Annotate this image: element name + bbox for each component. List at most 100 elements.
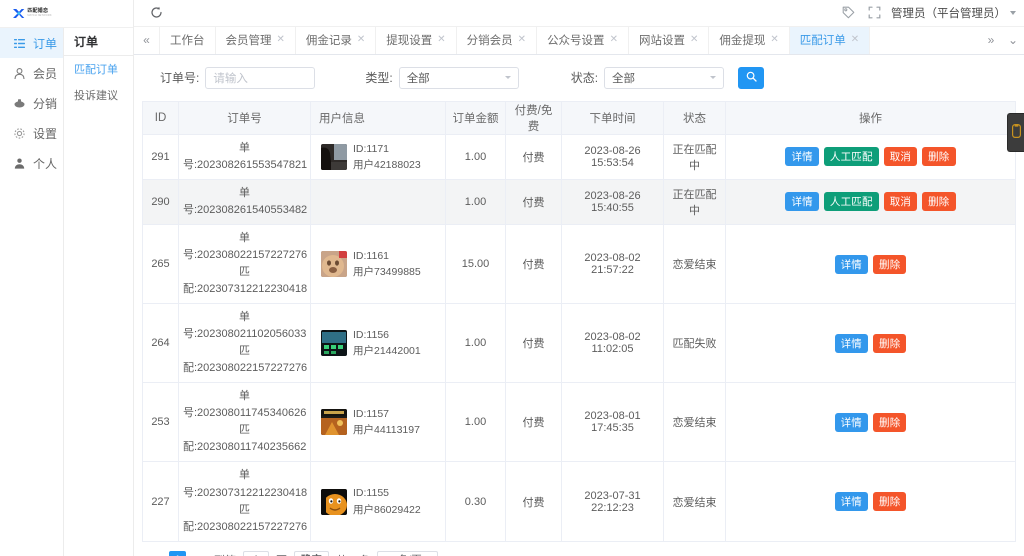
chevron-left-double-icon[interactable]: « bbox=[134, 26, 160, 54]
delete-button[interactable]: 删除 bbox=[922, 192, 956, 212]
logo-x-icon bbox=[12, 8, 25, 19]
tab-label: 佣金提现 bbox=[719, 35, 766, 48]
col-amount: 订单金额 bbox=[445, 100, 506, 135]
close-icon[interactable]: ✕ bbox=[690, 35, 698, 45]
sidebar-item-orders[interactable]: 订单 bbox=[0, 28, 63, 58]
submenu-item-match-orders[interactable]: 匹配订单 bbox=[64, 56, 133, 82]
order-no-label: 订单号: bbox=[160, 71, 200, 86]
close-icon[interactable]: ✕ bbox=[770, 35, 778, 45]
table-row[interactable]: 290 单号:202308261540553482 1.00 付费 2023-0… bbox=[142, 179, 1016, 225]
status-select-value: 全部 bbox=[612, 72, 636, 85]
cell-time: 2023-08-26 15:40:55 bbox=[561, 179, 664, 225]
tab-commission-records[interactable]: 佣金记录 ✕ bbox=[295, 26, 377, 54]
cell-time: 2023-08-02 21:57:22 bbox=[561, 224, 664, 305]
chevron-down-icon bbox=[1010, 10, 1016, 15]
cancel-button[interactable]: 取消 bbox=[883, 192, 918, 212]
brand-logo[interactable]: 匹配婚恋 MATCH NETWORK bbox=[0, 0, 64, 28]
tab-withdraw-settings[interactable]: 提现设置 ✕ bbox=[376, 26, 457, 54]
chevron-down-icon[interactable]: ⌄ bbox=[1002, 27, 1024, 54]
tab-distribution-members[interactable]: 分销会员 ✕ bbox=[456, 26, 538, 54]
manual-match-button[interactable]: 人工匹配 bbox=[823, 192, 879, 212]
person-icon bbox=[13, 157, 26, 170]
floating-device-widget[interactable] bbox=[1007, 113, 1024, 152]
col-order-no: 订单号 bbox=[178, 100, 311, 135]
chevron-right-double-icon[interactable]: » bbox=[980, 27, 1002, 54]
sidebar-item-personal[interactable]: 个人 bbox=[0, 148, 63, 178]
close-icon[interactable]: ✕ bbox=[610, 35, 618, 45]
cell-amount: 15.00 bbox=[445, 224, 506, 305]
tag-icon[interactable] bbox=[839, 4, 857, 22]
sidebar-item-label: 个人 bbox=[33, 156, 58, 171]
table-row[interactable]: 227 单号:202307312212230418 匹配:20230802215… bbox=[142, 461, 1016, 542]
cell-user-info bbox=[310, 179, 446, 225]
close-icon[interactable]: ✕ bbox=[277, 35, 285, 45]
jump-suffix-label: 页 bbox=[276, 552, 287, 556]
cell-id: 265 bbox=[142, 224, 179, 305]
close-icon[interactable]: ✕ bbox=[518, 35, 526, 45]
cell-user-info: ID:1161 用户73499885 bbox=[310, 224, 446, 305]
search-button[interactable] bbox=[738, 66, 765, 89]
close-icon[interactable]: ✕ bbox=[357, 35, 365, 45]
status-select[interactable]: 全部 bbox=[604, 66, 725, 89]
delete-button[interactable]: 删除 bbox=[873, 333, 907, 353]
table-row[interactable]: 253 单号:202308011745340626 匹配:20230801174… bbox=[142, 382, 1016, 463]
cell-user-info: ID:1155 用户86029422 bbox=[310, 461, 446, 542]
status-badge: 匹配失败 bbox=[663, 303, 726, 384]
submenu-title: 订单 bbox=[64, 28, 133, 56]
sidebar-item-members[interactable]: 会员 bbox=[0, 58, 63, 88]
table-row[interactable]: 264 单号:202308021102056033 匹配:20230802215… bbox=[142, 303, 1016, 384]
detail-button[interactable]: 详情 bbox=[834, 492, 868, 512]
tab-label: 分销会员 bbox=[466, 35, 513, 48]
total-count-label: 共 6 条 bbox=[336, 552, 370, 556]
cell-id: 291 bbox=[142, 134, 179, 180]
table-row[interactable]: 291 单号:202308261553547821 ID:1171 用户4218… bbox=[142, 134, 1016, 180]
delete-button[interactable]: 删除 bbox=[922, 147, 956, 167]
cell-order-no: 单号:202307312212230418 匹配:202308022157227… bbox=[178, 461, 311, 542]
order-no-input[interactable]: 请输入 bbox=[205, 66, 316, 89]
sidebar-item-settings[interactable]: 设置 bbox=[0, 118, 63, 148]
detail-button[interactable]: 详情 bbox=[834, 412, 868, 432]
page-size-select[interactable]: 10 条/页 bbox=[377, 550, 438, 556]
user-icon bbox=[13, 67, 26, 80]
type-select[interactable]: 全部 bbox=[398, 66, 519, 89]
cancel-button[interactable]: 取消 bbox=[883, 147, 918, 167]
detail-button[interactable]: 详情 bbox=[785, 192, 819, 212]
col-fee: 付费/免费 bbox=[505, 100, 562, 135]
tab-commission-withdraw[interactable]: 佣金提现 ✕ bbox=[709, 26, 790, 54]
submenu-item-complaints[interactable]: 投诉建议 bbox=[64, 82, 133, 108]
detail-button[interactable]: 详情 bbox=[834, 254, 868, 274]
tab-official-account-settings[interactable]: 公众号设置 ✕ bbox=[537, 26, 629, 54]
jump-page-input[interactable]: 1 bbox=[243, 550, 269, 556]
confirm-button[interactable]: 确定 bbox=[294, 550, 329, 556]
status-badge: 恋爱结束 bbox=[663, 224, 726, 305]
manual-match-button[interactable]: 人工匹配 bbox=[823, 147, 879, 167]
tab-workbench[interactable]: 工作台 bbox=[160, 26, 216, 54]
delete-button[interactable]: 删除 bbox=[873, 492, 907, 512]
cell-fee: 付费 bbox=[505, 382, 562, 463]
user-menu[interactable]: 管理员（平台管理员） bbox=[891, 5, 1016, 21]
close-icon[interactable]: ✕ bbox=[437, 35, 445, 45]
tab-member-management[interactable]: 会员管理 ✕ bbox=[215, 26, 296, 54]
avatar bbox=[321, 488, 347, 515]
detail-button[interactable]: 详情 bbox=[785, 147, 819, 167]
refresh-icon[interactable] bbox=[148, 5, 164, 21]
usb-device-icon bbox=[1011, 124, 1021, 141]
brand-subtitle: MATCH NETWORK bbox=[27, 14, 52, 18]
delete-button[interactable]: 删除 bbox=[873, 254, 907, 274]
sidebar-item-distribution[interactable]: 分销 bbox=[0, 88, 63, 118]
content-area: 订单号: 请输入 类型: 全部 状态: 全部 ID 订单号 用户信息 订单金额 … bbox=[134, 54, 1024, 556]
table-row[interactable]: 265 单号:202308022157227276 匹配:20230731221… bbox=[142, 224, 1016, 305]
detail-button[interactable]: 详情 bbox=[834, 333, 868, 353]
secondary-sidebar: 订单 匹配订单 投诉建议 bbox=[64, 0, 134, 556]
close-icon[interactable]: ✕ bbox=[851, 35, 859, 45]
sidebar-item-label: 设置 bbox=[33, 126, 58, 141]
status-badge: 正在匹配中 bbox=[663, 134, 726, 180]
delete-button[interactable]: 删除 bbox=[873, 412, 907, 432]
share-icon bbox=[13, 97, 26, 110]
tab-website-settings[interactable]: 网站设置 ✕ bbox=[628, 26, 710, 54]
fullscreen-icon[interactable] bbox=[865, 4, 883, 22]
user-name: 用户42188023 bbox=[353, 158, 421, 171]
page-number-1[interactable]: 1 bbox=[169, 551, 186, 556]
cell-amount: 1.00 bbox=[445, 134, 506, 180]
tab-match-orders[interactable]: 匹配订单 ✕ bbox=[789, 26, 871, 54]
